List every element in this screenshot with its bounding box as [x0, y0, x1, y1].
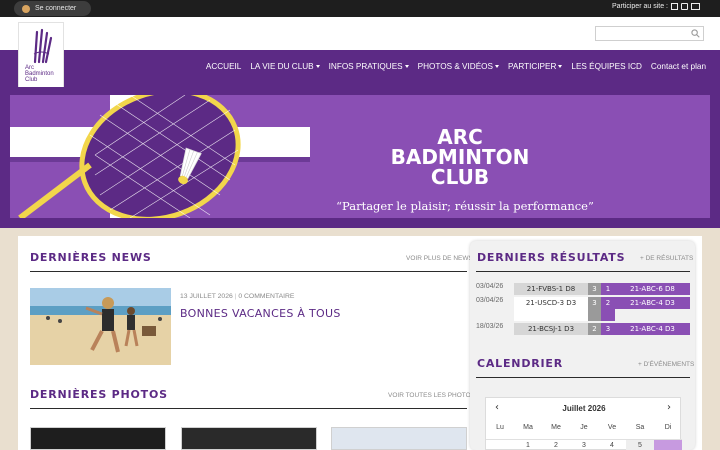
search-input[interactable] — [595, 26, 704, 41]
edit-icon[interactable] — [671, 3, 678, 10]
logo-text: Arc Badminton Club — [25, 65, 54, 83]
more-news-link[interactable]: VOIR PLUS DE NEWS — [406, 255, 473, 262]
chevron-right-icon[interactable]: › — [667, 402, 671, 413]
weekday-label: Ve — [607, 424, 617, 431]
weekday-label: Lu — [496, 424, 504, 431]
result-date: 03/04/26 — [476, 297, 504, 304]
result-away-team: 21-ABC-4 D3 — [615, 297, 690, 309]
result-date: 18/03/26 — [476, 323, 504, 330]
news-meta: 13 JUILLET 2026 | 0 COMMENTAIRE — [180, 293, 294, 300]
banner-image: ARC BADMINTON CLUB “Partager le plaisir;… — [10, 95, 710, 218]
nav-item-vie-du-club[interactable]: LA VIE DU CLUB — [250, 62, 320, 71]
participate-bar: Participer au site : — [612, 3, 700, 10]
result-row[interactable]: 03/04/26 21-USCD-3 D3 3 2 21-ABC-4 D3 — [476, 297, 690, 321]
news-comments[interactable]: 0 COMMENTAIRE — [238, 293, 294, 300]
calendar-widget: ‹ Juillet 2026 › Lu Ma Me Je Ve Sa Di 1 … — [485, 397, 682, 450]
results-divider — [476, 271, 690, 272]
chevron-down-icon — [558, 65, 563, 68]
news-section-title: DERNIÈRES NEWS — [30, 251, 152, 264]
weekday-label: Ma — [523, 424, 533, 431]
nav-item-participer[interactable]: PARTICIPER — [508, 62, 563, 71]
calendar-divider — [476, 377, 690, 378]
weekday-label: Je — [580, 424, 588, 431]
result-home-score: 3 — [588, 297, 601, 321]
banner-slogan: “Partager le plaisir; réussir la perform… — [336, 199, 594, 213]
result-home-team: 21-USCD-3 D3 — [514, 297, 588, 321]
login-label: Se connecter — [35, 5, 77, 12]
calendar-day-highlighted[interactable] — [654, 440, 682, 450]
weekday-label: Me — [551, 424, 561, 431]
result-away-score: 1 — [601, 283, 615, 295]
photos-section-title: DERNIÈRES PHOTOS — [30, 388, 168, 401]
calendar-day[interactable]: 1 — [514, 440, 542, 450]
result-home-score: 3 — [588, 283, 601, 295]
main-nav: ACCUEIL LA VIE DU CLUB INFOS PRATIQUES P… — [0, 50, 720, 87]
camera-icon[interactable] — [681, 3, 688, 10]
result-row[interactable]: 18/03/26 21-BCSJ-1 D3 2 3 21-ABC-4 D3 — [476, 323, 690, 335]
chevron-down-icon — [495, 65, 499, 68]
nav-item-photos-videos[interactable]: PHOTOS & VIDÉOS — [418, 62, 499, 71]
nav-item-infos-pratiques[interactable]: INFOS PRATIQUES — [329, 62, 409, 71]
nav-item-equipes-icd[interactable]: LES ÉQUIPES ICD — [571, 62, 642, 71]
result-home-team: 21-FVBS-1 D8 — [514, 283, 588, 295]
login-button[interactable]: Se connecter — [14, 1, 91, 16]
result-home-team: 21-BCSJ-1 D3 — [514, 323, 588, 335]
result-away-team: 21-ABC-6 D8 — [615, 283, 690, 295]
calendar-day[interactable]: 3 — [570, 440, 598, 450]
chevron-down-icon — [315, 65, 320, 68]
shuttlecock-logo-icon — [33, 28, 53, 64]
result-away-team: 21-ABC-4 D3 — [615, 323, 690, 335]
result-away-score: 3 — [601, 323, 615, 335]
results-section-title: DERNIERS RÉSULTATS — [477, 251, 626, 264]
nav-item-accueil[interactable]: ACCUEIL — [206, 62, 242, 71]
more-events-link[interactable]: + D'ÉVÉNEMENTS — [638, 361, 694, 368]
news-headline[interactable]: BONNES VACANCES À TOUS — [180, 307, 341, 320]
participate-label: Participer au site : — [611, 3, 668, 10]
all-photos-link[interactable]: VOIR TOUTES LES PHOTOS — [388, 392, 475, 399]
more-results-link[interactable]: + DE RÉSULTATS — [640, 255, 693, 262]
result-row[interactable]: 03/04/26 21-FVBS-1 D8 3 1 21-ABC-6 D8 — [476, 283, 690, 295]
club-logo[interactable]: Arc Badminton Club — [18, 22, 64, 88]
news-thumbnail-beach[interactable] — [30, 288, 171, 365]
calendar-day[interactable]: 2 — [542, 440, 570, 450]
photo-thumbnail[interactable] — [181, 427, 317, 450]
nav-menu: ACCUEIL LA VIE DU CLUB INFOS PRATIQUES P… — [197, 62, 706, 71]
weekday-label: Di — [664, 424, 672, 431]
calendar-week-row: 1 2 3 4 5 — [486, 439, 682, 450]
news-date: 13 JUILLET 2026 — [180, 293, 233, 300]
user-icon — [22, 4, 30, 13]
calendar-day[interactable]: 5 — [626, 440, 654, 450]
calendar-weekdays: Lu Ma Me Je Ve Sa Di — [486, 424, 682, 431]
photos-divider — [30, 408, 467, 409]
chevron-down-icon — [404, 65, 409, 68]
video-icon[interactable] — [691, 3, 700, 10]
photo-thumbnail[interactable] — [30, 427, 166, 450]
result-date: 03/04/26 — [476, 283, 504, 290]
hero-banner: ARC BADMINTON CLUB “Partager le plaisir;… — [0, 87, 720, 228]
news-divider — [30, 271, 467, 272]
calendar-section-title: CALENDRIER — [477, 357, 563, 370]
banner-title: ARC BADMINTON CLUB — [390, 125, 530, 189]
calendar-day[interactable]: 4 — [598, 440, 626, 450]
top-bar: Se connecter Participer au site : — [0, 0, 720, 17]
nav-item-contact[interactable]: Contact et plan — [651, 62, 706, 71]
photo-thumbnail[interactable] — [331, 427, 467, 450]
result-away-score: 2 — [601, 297, 615, 321]
result-home-score: 2 — [588, 323, 601, 335]
weekday-label: Sa — [635, 424, 645, 431]
calendar-day[interactable] — [486, 440, 514, 450]
search-icon[interactable] — [691, 29, 700, 38]
calendar-month: Juillet 2026 — [562, 404, 606, 413]
